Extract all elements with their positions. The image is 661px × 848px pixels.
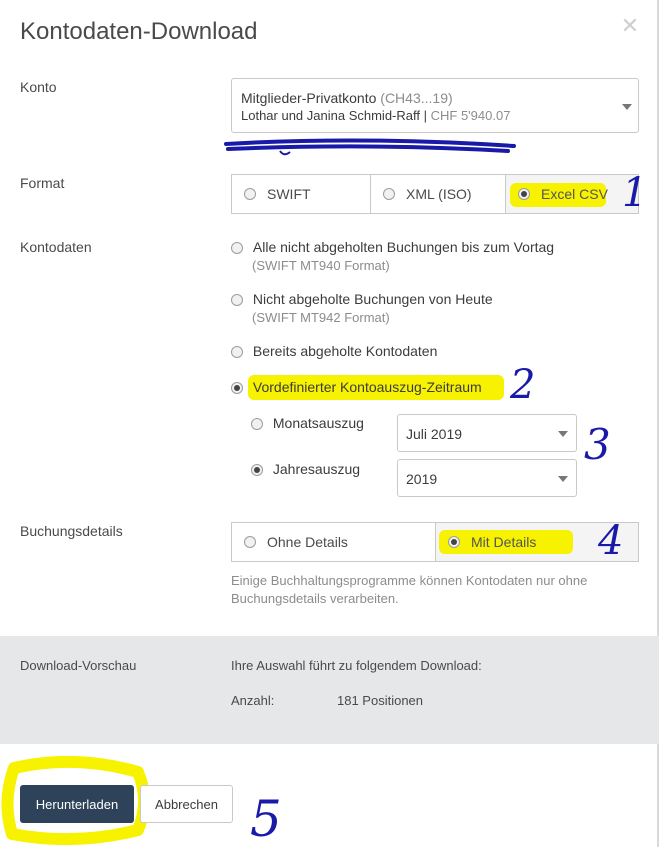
- kontodaten-option-2-sub: (SWIFT MT942 Format): [252, 310, 390, 325]
- period-yearly-radio[interactable]: Jahresauszug: [251, 461, 360, 477]
- option-label: Bereits abgeholte Kontodaten: [252, 343, 438, 359]
- format-option-label: SWIFT: [267, 186, 311, 202]
- radio-selected-icon: [231, 382, 243, 395]
- option-label: Alle nicht abgeholten Buchungen bis zum …: [252, 239, 555, 255]
- annotation-5: 5: [250, 790, 282, 848]
- preview-count-label: Anzahl:: [231, 693, 275, 708]
- booking-option-ohne[interactable]: Ohne Details: [232, 523, 435, 561]
- radio-icon: [231, 242, 243, 255]
- month-select-value: Juli 2019: [406, 426, 463, 442]
- booking-option-label: Ohne Details: [267, 534, 348, 550]
- period-monthly-radio[interactable]: Monatsauszug: [251, 415, 364, 431]
- preview-intro: Ihre Auswahl führt zu folgendem Download…: [231, 658, 482, 673]
- format-option-xml[interactable]: XML (ISO): [370, 175, 505, 213]
- preview-label: Download-Vorschau: [20, 658, 137, 673]
- radio-selected-icon: [251, 464, 263, 477]
- booking-option-label: Mit Details: [471, 534, 537, 550]
- format-segmented: SWIFT XML (ISO) Excel CSV: [231, 174, 639, 214]
- radio-icon: [231, 294, 243, 307]
- download-button[interactable]: Herunterladen: [20, 785, 134, 823]
- account-holder: Lothar und Janina Schmid-Raff: [241, 108, 420, 123]
- radio-icon: [251, 418, 263, 431]
- format-option-swift[interactable]: SWIFT: [232, 175, 370, 213]
- kontodaten-option-4[interactable]: Vordefinierter Kontoauszug-Zeitraum: [231, 379, 482, 395]
- chevron-down-icon: [558, 476, 568, 482]
- radio-icon: [383, 188, 395, 200]
- format-label: Format: [20, 175, 65, 191]
- option-label: Jahresauszug: [272, 461, 361, 477]
- radio-icon: [231, 346, 243, 359]
- account-iban: (CH43...19): [380, 90, 453, 106]
- account-balance: CHF 5'940.07: [430, 108, 511, 123]
- chevron-down-icon: [558, 431, 568, 437]
- cancel-button[interactable]: Abbrechen: [140, 785, 233, 823]
- booking-details-label: Buchungsdetails: [20, 523, 123, 539]
- option-label: Monatsauszug: [272, 415, 364, 431]
- annotation-2: 2: [510, 362, 536, 408]
- option-label: Vordefinierter Kontoauszug-Zeitraum: [252, 379, 482, 395]
- radio-selected-icon: [448, 536, 460, 548]
- booking-details-segmented: Ohne Details Mit Details: [231, 522, 639, 562]
- kontodaten-option-3[interactable]: Bereits abgeholte Kontodaten: [231, 343, 437, 359]
- booking-details-hint: Einige Buchhaltungsprogramme können Kont…: [231, 573, 588, 606]
- annotation-4: 4: [598, 518, 624, 564]
- format-option-excel[interactable]: Excel CSV: [505, 175, 638, 213]
- format-option-label: XML (ISO): [406, 186, 472, 202]
- kontodaten-label: Kontodaten: [20, 239, 92, 255]
- account-separator: |: [423, 108, 427, 123]
- option-label: Nicht abgeholte Buchungen von Heute: [252, 291, 493, 307]
- year-select[interactable]: 2019: [397, 459, 577, 497]
- download-preview-panel: Download-Vorschau Ihre Auswahl führt zu …: [0, 636, 659, 744]
- radio-icon: [244, 188, 256, 200]
- annotation-3: 3: [584, 420, 611, 469]
- redaction-scribble: [224, 138, 516, 156]
- account-line-2: Lothar und Janina Schmid-Raff | CHF 5'94…: [241, 108, 510, 123]
- account-name: Mitglieder-Privatkonto: [241, 90, 377, 106]
- kontodaten-option-2[interactable]: Nicht abgeholte Buchungen von Heute: [231, 291, 493, 307]
- year-select-value: 2019: [406, 471, 438, 487]
- account-label: Konto: [20, 79, 57, 95]
- month-select[interactable]: Juli 2019: [397, 414, 577, 452]
- radio-selected-icon: [518, 188, 530, 200]
- kontodaten-option-1[interactable]: Alle nicht abgeholten Buchungen bis zum …: [231, 239, 554, 255]
- chevron-down-icon: [622, 104, 632, 110]
- account-line-1: Mitglieder-Privatkonto (CH43...19): [241, 90, 453, 106]
- annotation-1: 1: [622, 170, 648, 216]
- close-icon[interactable]: ✕: [618, 14, 642, 38]
- radio-icon: [244, 536, 256, 548]
- account-select[interactable]: Mitglieder-Privatkonto (CH43...19) Lotha…: [231, 78, 639, 133]
- preview-count-value: 181 Positionen: [337, 693, 424, 708]
- dialog-title: Kontodaten-Download: [20, 18, 258, 45]
- kontodaten-option-1-sub: (SWIFT MT940 Format): [252, 258, 390, 273]
- format-option-label: Excel CSV: [541, 186, 608, 202]
